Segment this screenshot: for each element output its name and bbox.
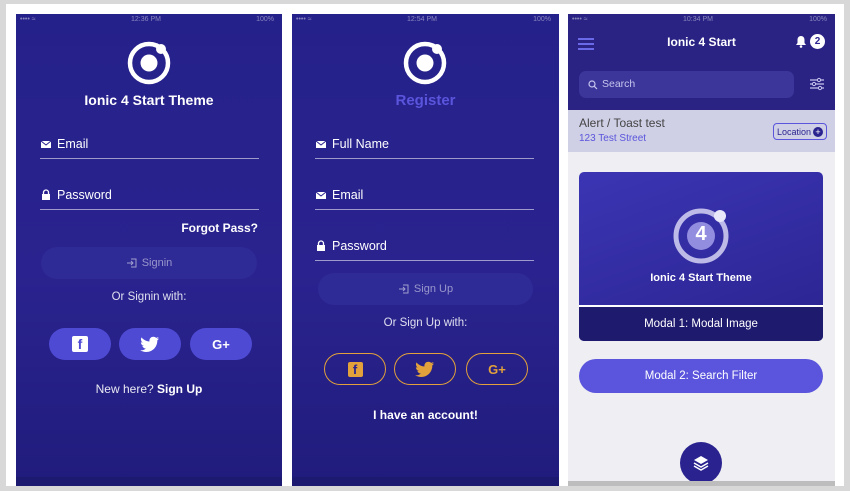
signup-prompt: New here? Sign Up — [16, 382, 282, 396]
password-label: Password — [332, 239, 387, 253]
modal-image-card[interactable]: 4 Ionic 4 Start Theme Modal 1: Modal Ima… — [579, 172, 823, 341]
status-time: 10:34 PM — [683, 16, 713, 23]
bell-icon — [796, 36, 806, 48]
google-plus-icon: G+ — [212, 336, 230, 352]
login-icon — [126, 258, 137, 268]
signin-button[interactable]: Signin — [41, 247, 257, 279]
card-title: Ionic 4 Start Theme — [650, 272, 752, 284]
new-here-text: New here? — [95, 382, 154, 396]
email-label: Email — [57, 137, 89, 151]
filter-sliders-icon[interactable] — [809, 77, 825, 91]
status-time: 12:36 PM — [131, 16, 161, 23]
google-plus-button[interactable]: G+ — [466, 353, 528, 385]
location-label: Location — [776, 126, 811, 137]
carrier-signal: •••• ≈ — [572, 16, 588, 23]
screenshot-frame: •••• ≈ 12:36 PM 100% Ionic 4 Start Theme… — [6, 4, 844, 486]
password-field[interactable]: Password — [40, 183, 259, 210]
carrier-signal: •••• ≈ — [20, 16, 36, 23]
facebook-icon: f — [72, 336, 88, 352]
battery-level: 100% — [809, 16, 827, 23]
login-icon — [398, 284, 409, 294]
twitter-icon — [140, 336, 159, 352]
facebook-icon: f — [347, 361, 363, 377]
signup-link[interactable]: Sign Up — [157, 382, 202, 396]
search-input[interactable]: Search — [579, 71, 794, 98]
ionic-logo-icon — [402, 40, 448, 86]
home-screen: •••• ≈ 10:34 PM 100% Ionic 4 Start 2 Sea… — [568, 14, 835, 486]
status-bar: •••• ≈ 12:54 PM 100% — [292, 14, 559, 26]
app-header: •••• ≈ 10:34 PM 100% Ionic 4 Start 2 Sea… — [568, 14, 835, 110]
twitter-button[interactable] — [119, 328, 181, 360]
google-plus-button[interactable]: G+ — [190, 328, 252, 360]
register-title: Register — [395, 92, 456, 109]
modal2-button[interactable]: Modal 2: Search Filter — [579, 359, 823, 393]
modal1-button[interactable]: Modal 1: Modal Image — [579, 305, 823, 341]
signup-button[interactable]: Sign Up — [318, 273, 533, 305]
add-circle-icon: + — [813, 126, 823, 137]
facebook-button[interactable]: f — [49, 328, 111, 360]
facebook-button[interactable]: f — [324, 353, 386, 385]
battery-level: 100% — [256, 16, 274, 23]
login-screen: •••• ≈ 12:36 PM 100% Ionic 4 Start Theme… — [16, 14, 282, 486]
have-account-link[interactable]: I have an account! — [292, 408, 559, 422]
status-bar: •••• ≈ 10:34 PM 100% — [568, 14, 835, 26]
mail-icon — [315, 191, 327, 199]
register-screen: •••• ≈ 12:54 PM 100% Register Full Name … — [292, 14, 559, 486]
search-icon — [588, 80, 598, 90]
layers-icon — [693, 456, 709, 471]
email-field[interactable]: Email — [40, 132, 259, 159]
mail-icon — [315, 140, 327, 148]
alert-toast-item[interactable]: Alert / Toast test 123 Test Street Locat… — [568, 110, 835, 152]
email-label: Email — [332, 188, 364, 202]
bottom-bar — [16, 477, 282, 486]
or-signin-text: Or Signin with: — [111, 291, 187, 303]
bottom-bar — [568, 481, 835, 486]
full-name-label: Full Name — [332, 137, 389, 151]
fab-button[interactable] — [680, 442, 722, 484]
lock-icon — [42, 189, 50, 200]
carrier-signal: •••• ≈ — [296, 16, 312, 23]
lock-icon — [317, 240, 325, 251]
twitter-icon — [415, 361, 434, 377]
status-bar: •••• ≈ 12:36 PM 100% — [16, 14, 282, 26]
search-placeholder: Search — [602, 78, 636, 90]
battery-level: 100% — [533, 16, 551, 23]
forgot-password-link[interactable]: Forgot Pass? — [181, 221, 258, 235]
ionic-4-logo-number: 4 — [695, 223, 707, 245]
mail-icon — [40, 140, 52, 148]
notification-badge: 2 — [810, 34, 825, 49]
full-name-field[interactable]: Full Name — [315, 132, 534, 159]
email-field[interactable]: Email — [315, 183, 534, 210]
status-time: 12:54 PM — [407, 16, 437, 23]
location-button[interactable]: Location + — [772, 123, 827, 140]
notifications-button[interactable]: 2 — [795, 34, 825, 49]
password-label: Password — [57, 188, 112, 202]
app-title: Ionic 4 Start Theme — [84, 92, 214, 108]
ionic-logo-icon — [126, 40, 172, 86]
alert-title: Alert / Toast test — [579, 116, 665, 130]
twitter-button[interactable] — [394, 353, 456, 385]
google-plus-icon: G+ — [488, 361, 506, 377]
bottom-bar — [292, 477, 559, 486]
password-field[interactable]: Password — [315, 234, 534, 261]
or-signup-text: Or Sign Up with: — [383, 317, 468, 329]
signup-label: Sign Up — [413, 283, 454, 295]
alert-address: 123 Test Street — [579, 133, 647, 144]
signin-label: Signin — [141, 257, 173, 269]
